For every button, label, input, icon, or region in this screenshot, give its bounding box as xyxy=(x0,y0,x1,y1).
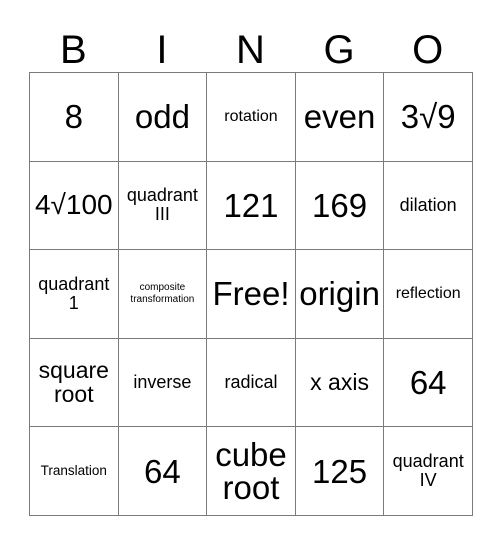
bingo-cell-label: rotation xyxy=(224,108,278,126)
bingo-cell-label: Translation xyxy=(40,462,107,478)
bingo-cell-label: quadrant III xyxy=(126,185,198,225)
bingo-cell-label: 64 xyxy=(409,364,447,402)
bingo-free-label: Free! xyxy=(212,275,290,313)
bingo-cell-label: 64 xyxy=(144,452,181,490)
bingo-cell[interactable]: quadrant IV xyxy=(383,426,473,516)
bingo-cell[interactable]: 169 xyxy=(294,160,385,251)
bingo-cell-label: dilation xyxy=(399,194,457,215)
bingo-cell-label: 4√100 xyxy=(34,189,113,221)
bingo-cell[interactable]: cube root xyxy=(206,426,296,516)
bingo-row: 8 odd rotation even 3√9 xyxy=(29,72,473,162)
bingo-cell-label: 3√9 xyxy=(400,98,456,136)
bingo-cell[interactable]: 64 xyxy=(117,426,208,516)
bingo-header-letter-o: O xyxy=(412,28,444,72)
bingo-header-letter-n: N xyxy=(236,28,265,72)
bingo-cell-label: quadrant IV xyxy=(392,451,464,491)
bingo-cell[interactable]: 4√100 xyxy=(29,160,119,251)
bingo-cell[interactable]: 121 xyxy=(206,160,296,251)
bingo-cell[interactable]: odd xyxy=(117,72,208,162)
bingo-row: 4√100 quadrant III 121 169 dilation xyxy=(29,160,473,251)
bingo-cell-label: inverse xyxy=(133,372,192,393)
bingo-cell-label: quadrant 1 xyxy=(38,273,110,313)
bingo-cell-label: radical xyxy=(224,372,278,393)
bingo-cell[interactable]: square root xyxy=(29,337,119,428)
bingo-cell[interactable]: dilation xyxy=(383,160,473,251)
bingo-cell[interactable]: quadrant 1 xyxy=(29,249,119,339)
bingo-cell[interactable]: radical xyxy=(206,337,296,428)
bingo-cell[interactable]: composite transformation xyxy=(117,249,208,339)
bingo-cell-label: even xyxy=(303,98,376,136)
bingo-cell[interactable]: 3√9 xyxy=(383,72,473,162)
bingo-row: Translation 64 cube root 125 quadrant IV xyxy=(29,426,473,516)
bingo-header-letter-i: I xyxy=(156,28,168,72)
bingo-free-cell[interactable]: Free! xyxy=(206,249,296,339)
bingo-cell[interactable]: Translation xyxy=(29,426,119,516)
bingo-cell[interactable]: 125 xyxy=(294,426,385,516)
bingo-cell-label: 169 xyxy=(312,186,368,224)
bingo-cell-label: cube root xyxy=(215,436,287,507)
bingo-cell-label: origin xyxy=(299,275,380,313)
bingo-cell-label: x axis xyxy=(310,368,369,395)
bingo-cell[interactable]: even xyxy=(294,72,385,162)
bingo-cell-label: odd xyxy=(134,98,190,136)
bingo-cell-label: 125 xyxy=(312,452,368,490)
bingo-cell[interactable]: reflection xyxy=(383,249,473,339)
bingo-cell[interactable]: origin xyxy=(294,249,385,339)
bingo-header-letter-g: G xyxy=(323,28,355,72)
bingo-card: B I N G O 8 odd rotation even 3√9 4√100 … xyxy=(29,14,473,516)
bingo-cell[interactable]: inverse xyxy=(117,337,208,428)
bingo-row: quadrant 1 composite transformation Free… xyxy=(29,249,473,339)
bingo-header-letter-b: B xyxy=(59,28,87,72)
bingo-cell-label: 8 xyxy=(64,98,83,136)
bingo-cell-label: reflection xyxy=(395,285,461,303)
bingo-cell[interactable]: 64 xyxy=(383,337,473,428)
bingo-grid: 8 odd rotation even 3√9 4√100 quadrant I… xyxy=(29,72,473,516)
bingo-cell-label: square root xyxy=(38,356,109,407)
bingo-cell[interactable]: 8 xyxy=(29,72,119,162)
bingo-header-row: B I N G O xyxy=(29,14,472,72)
bingo-row: square root inverse radical x axis 64 xyxy=(29,337,473,428)
bingo-cell[interactable]: x axis xyxy=(294,337,385,428)
bingo-cell[interactable]: quadrant III xyxy=(117,160,208,251)
bingo-cell-label: 121 xyxy=(223,186,279,224)
bingo-cell-label: composite transformation xyxy=(130,282,195,305)
bingo-cell[interactable]: rotation xyxy=(206,72,296,162)
